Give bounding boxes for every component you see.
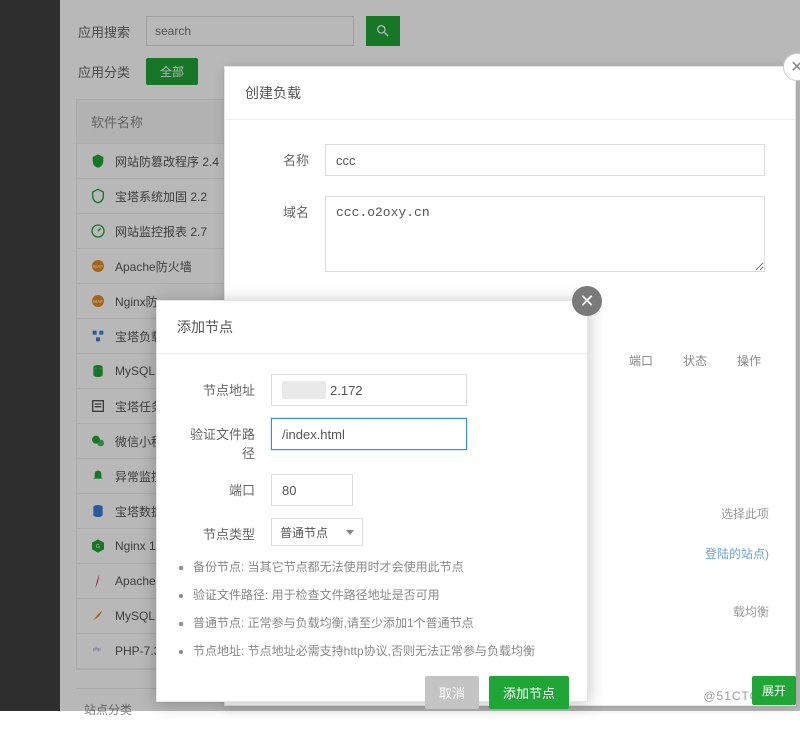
submit-button[interactable]: 添加节点 [489,676,569,709]
close-icon[interactable]: ✕ [572,286,602,316]
col-status: 状态 [683,352,737,369]
addr-suffix: 2.172 [330,383,363,398]
hint-3: 载均衡 [733,603,769,620]
help-bullets: 备份节点: 当其它节点都无法使用时才会使用此节点验证文件路径: 用于检查文件路径… [157,552,587,660]
domain-textarea[interactable] [325,196,765,272]
expand-button[interactable]: 展开 [752,676,796,705]
cancel-button[interactable]: 取消 [425,676,479,709]
add-node-dialog: ✕ 添加节点 节点地址 2.172 验证文件路径 端口 节点类型 普通节点 备份… [156,300,588,702]
port-input[interactable] [271,474,353,506]
ip-masked [282,381,326,399]
name-label: 名称 [249,144,325,169]
name-input[interactable] [325,144,765,176]
type-select-value: 普通节点 [280,524,328,541]
dialog2-title: 添加节点 [157,301,587,354]
type-select[interactable]: 普通节点 [271,518,363,546]
addr-label: 节点地址 [181,374,271,399]
type-label: 节点类型 [181,518,271,543]
addr-input[interactable]: 2.172 [271,374,467,406]
help-bullet: 验证文件路径: 用于检查文件路径地址是否可用 [193,586,565,604]
col-operate: 操作 [737,352,761,369]
col-port: 端口 [629,352,683,369]
hint-2: 登陆的站点) [705,545,769,562]
help-bullet: 备份节点: 当其它节点都无法使用时才会使用此节点 [193,558,565,576]
domain-label: 域名 [249,196,325,221]
help-bullet: 普通节点: 正常参与负载均衡,请至少添加1个普通节点 [193,614,565,632]
path-label: 验证文件路径 [181,418,271,462]
dialog1-title: 创建负载 [225,67,795,120]
hint-1: 选择此项 [721,505,769,522]
help-bullet: 节点地址: 节点地址必需支持http协议,否则无法正常参与负载均衡 [193,642,565,660]
chevron-down-icon [346,530,354,535]
path-input[interactable] [271,418,467,450]
port-label: 端口 [181,474,271,499]
left-sidebar-strip [0,0,60,711]
